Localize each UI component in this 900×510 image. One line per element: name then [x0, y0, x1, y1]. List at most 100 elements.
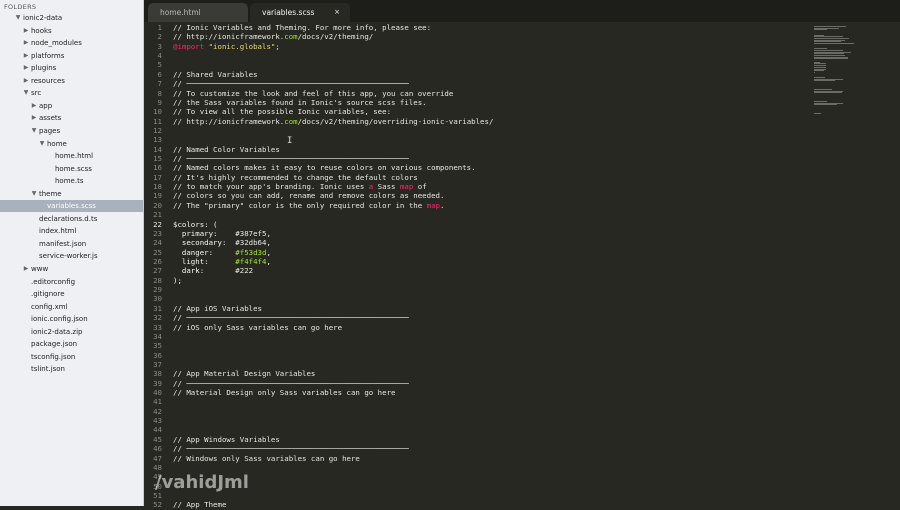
tree-item[interactable]: ▶ hooks — [0, 25, 143, 37]
tree-item[interactable]: ▶ platforms — [0, 50, 143, 62]
chevron-right-icon[interactable]: ▶ — [22, 25, 30, 37]
chevron-down-icon[interactable]: ▼ — [30, 188, 38, 200]
line-number: 30 — [153, 294, 162, 304]
code-editor[interactable]: // Ionic Variables and Theming. For more… — [173, 22, 803, 509]
code-line[interactable]: // The "primary" color is the only requi… — [173, 201, 444, 210]
code-token: /docs/v2/theming/overriding-ionic-variab… — [297, 116, 494, 126]
code-line[interactable]: // To view all the possible Ionic variab… — [173, 107, 391, 116]
code-line[interactable]: // Material Design only Sass variables c… — [173, 388, 395, 397]
tab-variables-scss[interactable]: variables.scss × — [250, 3, 350, 22]
tree-item-label: platforms — [31, 51, 65, 60]
tree-item[interactable]: config.xml — [0, 301, 143, 313]
tree-item[interactable]: home.html — [0, 150, 143, 162]
code-token: dark: — [173, 266, 236, 276]
code-line[interactable]: // ─────────────────────────────────────… — [173, 154, 409, 163]
code-line[interactable]: // iOS only Sass variables can go here — [173, 323, 342, 332]
tree-item[interactable]: ▼ src — [0, 87, 143, 99]
code-line[interactable]: // http://ionicframework.com/docs/v2/the… — [173, 32, 373, 41]
tree-item[interactable]: .editorconfig — [0, 276, 143, 288]
tree-item[interactable]: ionic2-data.zip — [0, 326, 143, 338]
code-line[interactable]: // Shared Variables — [173, 70, 258, 79]
code-line[interactable]: // colors so you can add, rename and rem… — [173, 191, 444, 200]
code-line[interactable]: // ─────────────────────────────────────… — [173, 313, 409, 322]
code-token: com — [284, 116, 298, 126]
code-line[interactable]: // It's highly recommended to change the… — [173, 173, 418, 182]
code-token: // ─────────────────────────────────────… — [173, 378, 409, 388]
tree-item[interactable]: ▼ theme — [0, 188, 143, 200]
minimap-line — [814, 112, 821, 114]
code-line[interactable]: primary: #387ef5, — [173, 229, 271, 238]
chevron-down-icon[interactable]: ▼ — [38, 138, 46, 150]
chevron-right-icon[interactable]: ▶ — [22, 263, 30, 275]
code-line[interactable]: // Windows only Sass variables can go he… — [173, 454, 360, 463]
code-token: // App Theme — [173, 500, 227, 510]
code-token: "ionic.globals" — [208, 41, 276, 51]
code-line[interactable]: light: #f4f4f4, — [173, 257, 271, 266]
code-line[interactable]: danger: #f53d3d, — [173, 248, 271, 257]
code-line[interactable]: dark: #222 — [173, 266, 253, 275]
tab-home-html[interactable]: home.html — [148, 3, 248, 22]
line-number: 5 — [157, 60, 162, 70]
code-line[interactable]: // ─────────────────────────────────────… — [173, 379, 409, 388]
code-line[interactable]: // ─────────────────────────────────────… — [173, 79, 409, 88]
code-line[interactable]: // the Sass variables found in Ionic's s… — [173, 98, 427, 107]
tree-item[interactable]: home.scss — [0, 163, 143, 175]
code-line[interactable]: // App Theme — [173, 500, 226, 509]
tree-item[interactable]: index.html — [0, 225, 143, 237]
line-number: 38 — [153, 369, 162, 379]
tree-item[interactable]: manifest.json — [0, 238, 143, 250]
code-line[interactable]: @import "ionic.globals"; — [173, 42, 280, 51]
chevron-right-icon[interactable]: ▶ — [22, 37, 30, 49]
code-line[interactable]: $colors: ( — [173, 220, 218, 229]
code-token: map — [426, 200, 440, 210]
code-line[interactable]: // Named Color Variables — [173, 145, 280, 154]
code-line[interactable]: // to match your app's branding. Ionic u… — [173, 182, 427, 191]
code-token: com — [284, 32, 298, 42]
code-line[interactable]: // App iOS Variables — [173, 304, 262, 313]
line-number: 2 — [157, 32, 162, 42]
tree-item[interactable]: ▼ home — [0, 138, 143, 150]
tree-item[interactable]: ▶ assets — [0, 112, 143, 124]
chevron-right-icon[interactable]: ▶ — [30, 112, 38, 124]
chevron-right-icon[interactable]: ▶ — [30, 100, 38, 112]
tree-item[interactable]: ▶ app — [0, 100, 143, 112]
tree-item[interactable]: declarations.d.ts — [0, 213, 143, 225]
code-token: danger: — [173, 247, 236, 257]
tree-item[interactable]: ▶ node_modules — [0, 37, 143, 49]
code-token: // The "primary" color is the only requi… — [173, 200, 427, 210]
minimap[interactable] — [810, 22, 900, 114]
code-line[interactable]: ); — [173, 276, 182, 285]
tree-item[interactable]: service-worker.js — [0, 250, 143, 262]
tree-item[interactable]: ▼ ionic2-data — [0, 12, 143, 24]
line-number: 9 — [157, 97, 162, 107]
code-line[interactable]: secondary: #32db64, — [173, 238, 271, 247]
code-line[interactable]: // To customize the look and feel of thi… — [173, 89, 453, 98]
chevron-down-icon[interactable]: ▼ — [30, 125, 38, 137]
tree-item[interactable]: .gitignore — [0, 288, 143, 300]
chevron-right-icon[interactable]: ▶ — [22, 62, 30, 74]
code-line[interactable]: // http://ionicframework.com/docs/v2/the… — [173, 117, 493, 126]
tree-item[interactable]: home.ts — [0, 175, 143, 187]
tree-item[interactable]: ▶ www — [0, 263, 143, 275]
chevron-down-icon[interactable]: ▼ — [14, 12, 22, 24]
tree-item-label: tslint.json — [31, 365, 65, 374]
chevron-right-icon[interactable]: ▶ — [22, 75, 30, 87]
tree-item[interactable]: tsconfig.json — [0, 351, 143, 363]
tree-item[interactable]: tslint.json — [0, 363, 143, 375]
tree-item[interactable]: ▶ plugins — [0, 62, 143, 74]
code-line[interactable]: // ─────────────────────────────────────… — [173, 444, 409, 453]
tree-item[interactable]: variables.scss — [0, 200, 143, 213]
tree-item[interactable]: ionic.config.json — [0, 313, 143, 325]
code-line[interactable]: // App Material Design Variables — [173, 369, 315, 378]
code-line[interactable]: // Named colors makes it easy to reuse c… — [173, 163, 476, 172]
close-icon[interactable]: × — [334, 3, 340, 22]
tree-item[interactable]: ▶ resources — [0, 75, 143, 87]
code-line[interactable]: // Ionic Variables and Theming. For more… — [173, 23, 431, 32]
chevron-right-icon[interactable]: ▶ — [22, 50, 30, 62]
code-line[interactable]: // App Windows Variables — [173, 435, 280, 444]
chevron-down-icon[interactable]: ▼ — [22, 87, 30, 99]
code-token: map — [399, 182, 414, 192]
tree-item[interactable]: ▼ pages — [0, 125, 143, 137]
tree-item[interactable]: package.json — [0, 338, 143, 350]
minimap-line — [814, 92, 842, 94]
